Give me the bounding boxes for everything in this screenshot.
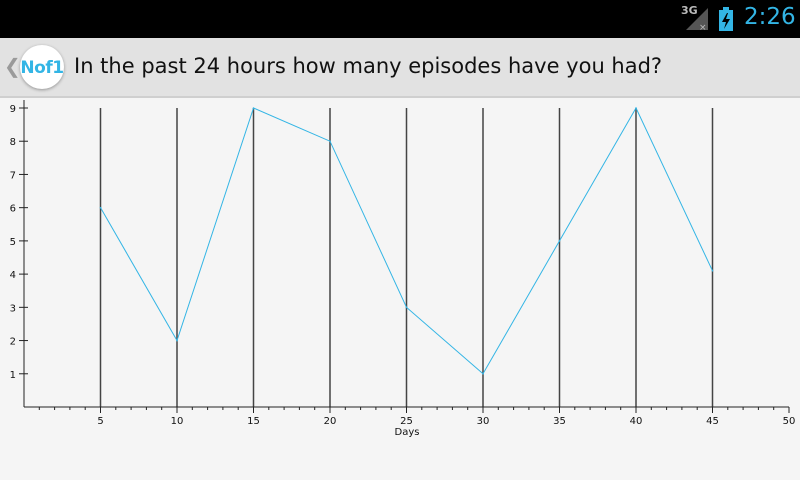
y-tick-label: 8 [10, 137, 16, 148]
x-tick-label: 5 [97, 416, 103, 427]
y-tick-label: 4 [10, 270, 16, 281]
y-tick-label: 9 [10, 104, 16, 115]
data-point [252, 107, 255, 109]
y-tick-label: 3 [10, 303, 16, 314]
data-point [405, 306, 408, 309]
x-tick-label: 35 [553, 416, 566, 427]
data-point [482, 372, 484, 375]
status-bar: × 3G 2:26 [0, 0, 800, 38]
x-tick-label: 25 [400, 416, 413, 427]
data-point [635, 107, 637, 109]
page-title: In the past 24 hours how many episodes h… [74, 54, 663, 78]
x-tick-label: 10 [171, 416, 184, 427]
x-tick-label: 20 [324, 416, 337, 427]
y-tick-label: 1 [10, 370, 16, 381]
data-point [176, 339, 178, 342]
x-tick-label: 45 [706, 416, 719, 427]
x-tick-label: 40 [630, 416, 643, 427]
x-axis-title: Days [395, 427, 420, 438]
action-bar: ❮ Nof1 In the past 24 hours how many epi… [0, 38, 800, 98]
network-type-label: 3G [681, 4, 698, 17]
x-tick-label: 15 [247, 416, 260, 427]
battery-charging-icon [719, 7, 733, 31]
y-tick-label: 7 [10, 170, 16, 181]
y-tick-label: 5 [10, 237, 16, 248]
line-chart: 5 10 15 20 25 30 35 40 45 50123456789 Days [10, 100, 796, 438]
data-point [99, 206, 102, 209]
app-logo-text: Nof1 [20, 58, 64, 78]
svg-text:×: × [699, 23, 707, 32]
y-tick-label: 6 [10, 204, 16, 215]
x-tick-label: 30 [477, 416, 490, 427]
x-tick-label: 50 [783, 416, 796, 427]
up-caret-icon[interactable]: ❮ [4, 54, 21, 78]
data-point [329, 140, 331, 143]
data-point [558, 240, 561, 242]
y-tick-label: 2 [10, 337, 16, 348]
clock: 2:26 [744, 4, 796, 30]
data-point [711, 269, 714, 272]
